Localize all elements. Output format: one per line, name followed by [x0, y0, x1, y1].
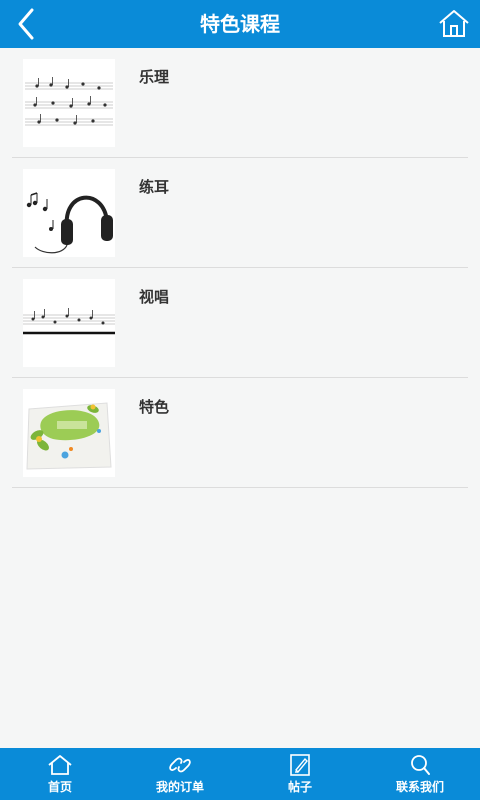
tab-contact-us[interactable]: 联系我们 — [360, 748, 480, 800]
course-label: 视唱 — [139, 288, 170, 306]
course-label: 特色 — [139, 398, 170, 416]
home-icon — [48, 755, 72, 775]
page-title: 特色课程 — [200, 12, 280, 36]
bottom-tab-bar: 首页 我的订单 帖子 联系我们 — [0, 748, 480, 800]
tab-label: 联系我们 — [395, 780, 444, 794]
tab-home[interactable]: 首页 — [0, 748, 120, 800]
flower-card-thumbnail — [23, 389, 115, 477]
headphones-thumbnail — [23, 169, 115, 257]
course-item-ear-training[interactable]: 练耳 — [12, 158, 468, 268]
top-bar: 特色课程 — [0, 0, 480, 48]
score-line-thumbnail — [23, 279, 115, 367]
search-icon — [411, 755, 430, 775]
tab-label: 首页 — [47, 780, 72, 794]
home-icon[interactable] — [436, 6, 472, 42]
tab-label: 我的订单 — [155, 780, 204, 794]
tab-posts[interactable]: 帖子 — [240, 748, 360, 800]
tab-label: 帖子 — [287, 780, 312, 794]
course-item-sight-singing[interactable]: 视唱 — [12, 268, 468, 378]
sheet-music-thumbnail — [23, 59, 115, 147]
tab-my-orders[interactable]: 我的订单 — [120, 748, 240, 800]
app-screen: 特色课程 乐理 练耳 视唱 特色 首页 我的订单 帖子 联系我们 — [0, 0, 480, 800]
course-list: 乐理 练耳 视唱 特色 — [0, 48, 480, 488]
course-item-featured[interactable]: 特色 — [12, 378, 468, 488]
link-icon — [169, 757, 191, 773]
course-item-music-theory[interactable]: 乐理 — [12, 48, 468, 158]
edit-icon — [290, 754, 310, 776]
course-label: 练耳 — [139, 178, 170, 196]
course-label: 乐理 — [139, 68, 170, 86]
